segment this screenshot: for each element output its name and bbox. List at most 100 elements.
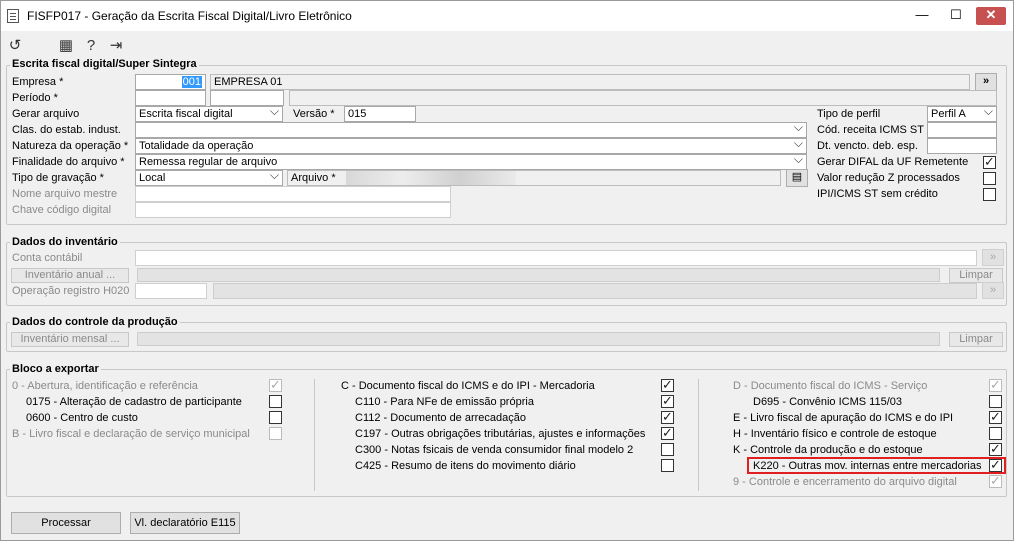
reducao-z-checkbox[interactable] — [983, 172, 996, 185]
bloco-k220-checkbox[interactable] — [989, 457, 1002, 473]
tipo-gravacao-label: Tipo de gravação * — [12, 172, 104, 184]
empresa-name-field: EMPRESA 01 — [210, 74, 970, 90]
finalidade-label: Finalidade do arquivo * — [12, 156, 125, 168]
limpar-inventario-button[interactable]: Limpar — [949, 268, 1003, 283]
inventario-mensal-field — [137, 332, 940, 346]
bloco-9-checkbox[interactable] — [989, 473, 1002, 489]
bloco-c-checkbox[interactable] — [661, 377, 674, 393]
tipo-gravacao-select[interactable]: Local — [135, 170, 283, 186]
tipo-perfil-label: Tipo de perfil — [817, 108, 881, 120]
inventario-anual-button[interactable]: Inventário anual ... — [11, 268, 129, 283]
browse-file-button[interactable]: ▤ — [786, 169, 808, 187]
periodo-label: Período * — [12, 92, 58, 104]
cod-receita-field[interactable] — [927, 122, 997, 138]
reducao-z-label: Valor redução Z processados — [817, 172, 960, 184]
bloco-c197-checkbox[interactable] — [661, 425, 674, 441]
clas-estab-select[interactable] — [135, 122, 807, 138]
versao-field[interactable]: 015 — [344, 106, 416, 122]
processar-button[interactable]: Processar — [11, 512, 121, 534]
clas-estab-label: Clas. do estab. indust. — [12, 124, 121, 136]
bloco-e-checkbox[interactable] — [989, 409, 1002, 425]
bloco-e-label: E - Livro fiscal de apuração do ICMS e d… — [733, 412, 954, 424]
column-divider — [314, 379, 315, 491]
declaratorio-e115-button[interactable]: Vl. declaratório E115 — [130, 512, 240, 534]
bloco-b-label: B - Livro fiscal e declaração de serviço… — [12, 428, 250, 440]
operacao-h020-label: Operação registro H020 — [12, 285, 130, 297]
bloco-d695-label: D695 - Convênio ICMS 115/03 — [753, 396, 902, 408]
arquivo-label: Arquivo * — [291, 172, 336, 184]
column-divider — [698, 379, 699, 491]
chave-field[interactable] — [135, 202, 451, 218]
bloco-0600-checkbox[interactable] — [269, 411, 282, 424]
natureza-select[interactable]: Totalidade da operação — [135, 138, 807, 154]
bloco-0175-checkbox[interactable] — [269, 395, 282, 408]
bloco-k-label: K - Controle da produção e do estoque — [733, 444, 923, 456]
gerar-arquivo-select[interactable]: Escrita fiscal digital — [135, 106, 283, 122]
operacao-lookup-button[interactable]: » — [982, 282, 1004, 299]
bloco-0-label: 0 - Abertura, identificação e referência — [12, 380, 198, 392]
limpar-producao-button[interactable]: Limpar — [949, 332, 1003, 347]
empresa-code-field[interactable]: 001 — [135, 74, 206, 90]
bloco-c112-checkbox[interactable] — [661, 409, 674, 425]
natureza-label: Natureza da operação * — [12, 140, 129, 152]
escrita-section-title: Escrita fiscal digital/Super Sintegra — [10, 58, 199, 70]
bloco-c425-checkbox[interactable] — [661, 459, 674, 472]
difal-checkbox[interactable] — [983, 154, 996, 170]
dt-vencto-label: Dt. vencto. deb. esp. — [817, 140, 918, 152]
ipi-icms-checkbox[interactable] — [983, 188, 996, 201]
gerar-arquivo-label: Gerar arquivo — [12, 108, 80, 120]
bloco-section-title: Bloco a exportar — [10, 363, 101, 375]
bloco-c197-label: C197 - Outras obrigações tributárias, aj… — [355, 428, 646, 440]
producao-section-title: Dados do controle da produção — [10, 316, 180, 328]
bloco-c300-label: C300 - Notas fsicais de venda consumidor… — [355, 444, 634, 456]
bloco-c425-label: C425 - Resumo de itens do movimento diár… — [355, 460, 576, 472]
versao-label: Versão * — [293, 108, 335, 120]
main-window: FISFP017 - Geração da Escrita Fiscal Dig… — [0, 0, 1014, 541]
empresa-label: Empresa * — [12, 76, 64, 88]
periodo-end-field[interactable] — [210, 90, 284, 106]
bloco-k220-label: K220 - Outras mov. internas entre mercad… — [753, 460, 982, 472]
conta-lookup-button[interactable]: » — [982, 249, 1004, 266]
inventario-anual-field — [137, 268, 940, 282]
window-title: FISFP017 - Geração da Escrita Fiscal Dig… — [27, 9, 352, 23]
calendar-icon[interactable]: ▦ — [58, 38, 74, 54]
maximize-button[interactable]: ☐ — [943, 7, 969, 25]
bloco-c110-checkbox[interactable] — [661, 393, 674, 409]
bloco-b-checkbox[interactable] — [269, 427, 282, 440]
periodo-start-field[interactable] — [135, 90, 206, 106]
exit-icon[interactable]: ⇥ — [108, 38, 124, 54]
difal-label: Gerar DIFAL da UF Remetente — [817, 156, 969, 168]
bloco-c300-checkbox[interactable] — [661, 443, 674, 456]
bloco-k-checkbox[interactable] — [989, 441, 1002, 457]
operacao-h020-code-field[interactable] — [135, 283, 207, 299]
conta-contabil-label: Conta contábil — [12, 252, 83, 264]
bloco-d695-checkbox[interactable] — [989, 395, 1002, 408]
bloco-d-label: D - Documento fiscal do ICMS - Serviço — [733, 380, 928, 392]
inventario-mensal-button[interactable]: Inventário mensal ... — [11, 332, 129, 347]
periodo-description-field — [289, 90, 997, 106]
inventario-section-title: Dados do inventário — [10, 236, 120, 248]
bloco-d-checkbox[interactable] — [989, 377, 1002, 393]
bloco-h-checkbox[interactable] — [989, 427, 1002, 440]
nome-mestre-field[interactable] — [135, 186, 451, 202]
bloco-c112-label: C112 - Documento de arrecadação — [355, 412, 527, 424]
bloco-0175-label: 0175 - Alteração de cadastro de particip… — [26, 396, 242, 408]
empresa-code-value: 001 — [181, 76, 202, 88]
redacted-path — [346, 171, 516, 185]
close-button[interactable]: ✕ — [976, 7, 1006, 25]
document-icon — [7, 9, 19, 23]
conta-contabil-field[interactable] — [135, 250, 977, 266]
minimize-button[interactable]: — — [909, 7, 935, 25]
chave-label: Chave código digital — [12, 204, 112, 216]
bloco-0600-label: 0600 - Centro de custo — [26, 412, 138, 424]
bloco-9-label: 9 - Controle e encerramento do arquivo d… — [733, 476, 957, 488]
bloco-0-checkbox[interactable] — [269, 377, 282, 393]
help-icon[interactable]: ? — [83, 38, 99, 54]
empresa-lookup-button[interactable]: » — [975, 73, 997, 91]
ipi-icms-label: IPI/ICMS ST sem crédito — [817, 188, 938, 200]
dt-vencto-field[interactable] — [927, 138, 997, 154]
operacao-h020-desc-field — [213, 283, 977, 299]
finalidade-select[interactable]: Remessa regular de arquivo — [135, 154, 807, 170]
refresh-icon[interactable]: ↺ — [7, 38, 23, 54]
tipo-perfil-select[interactable]: Perfil A — [927, 106, 997, 122]
